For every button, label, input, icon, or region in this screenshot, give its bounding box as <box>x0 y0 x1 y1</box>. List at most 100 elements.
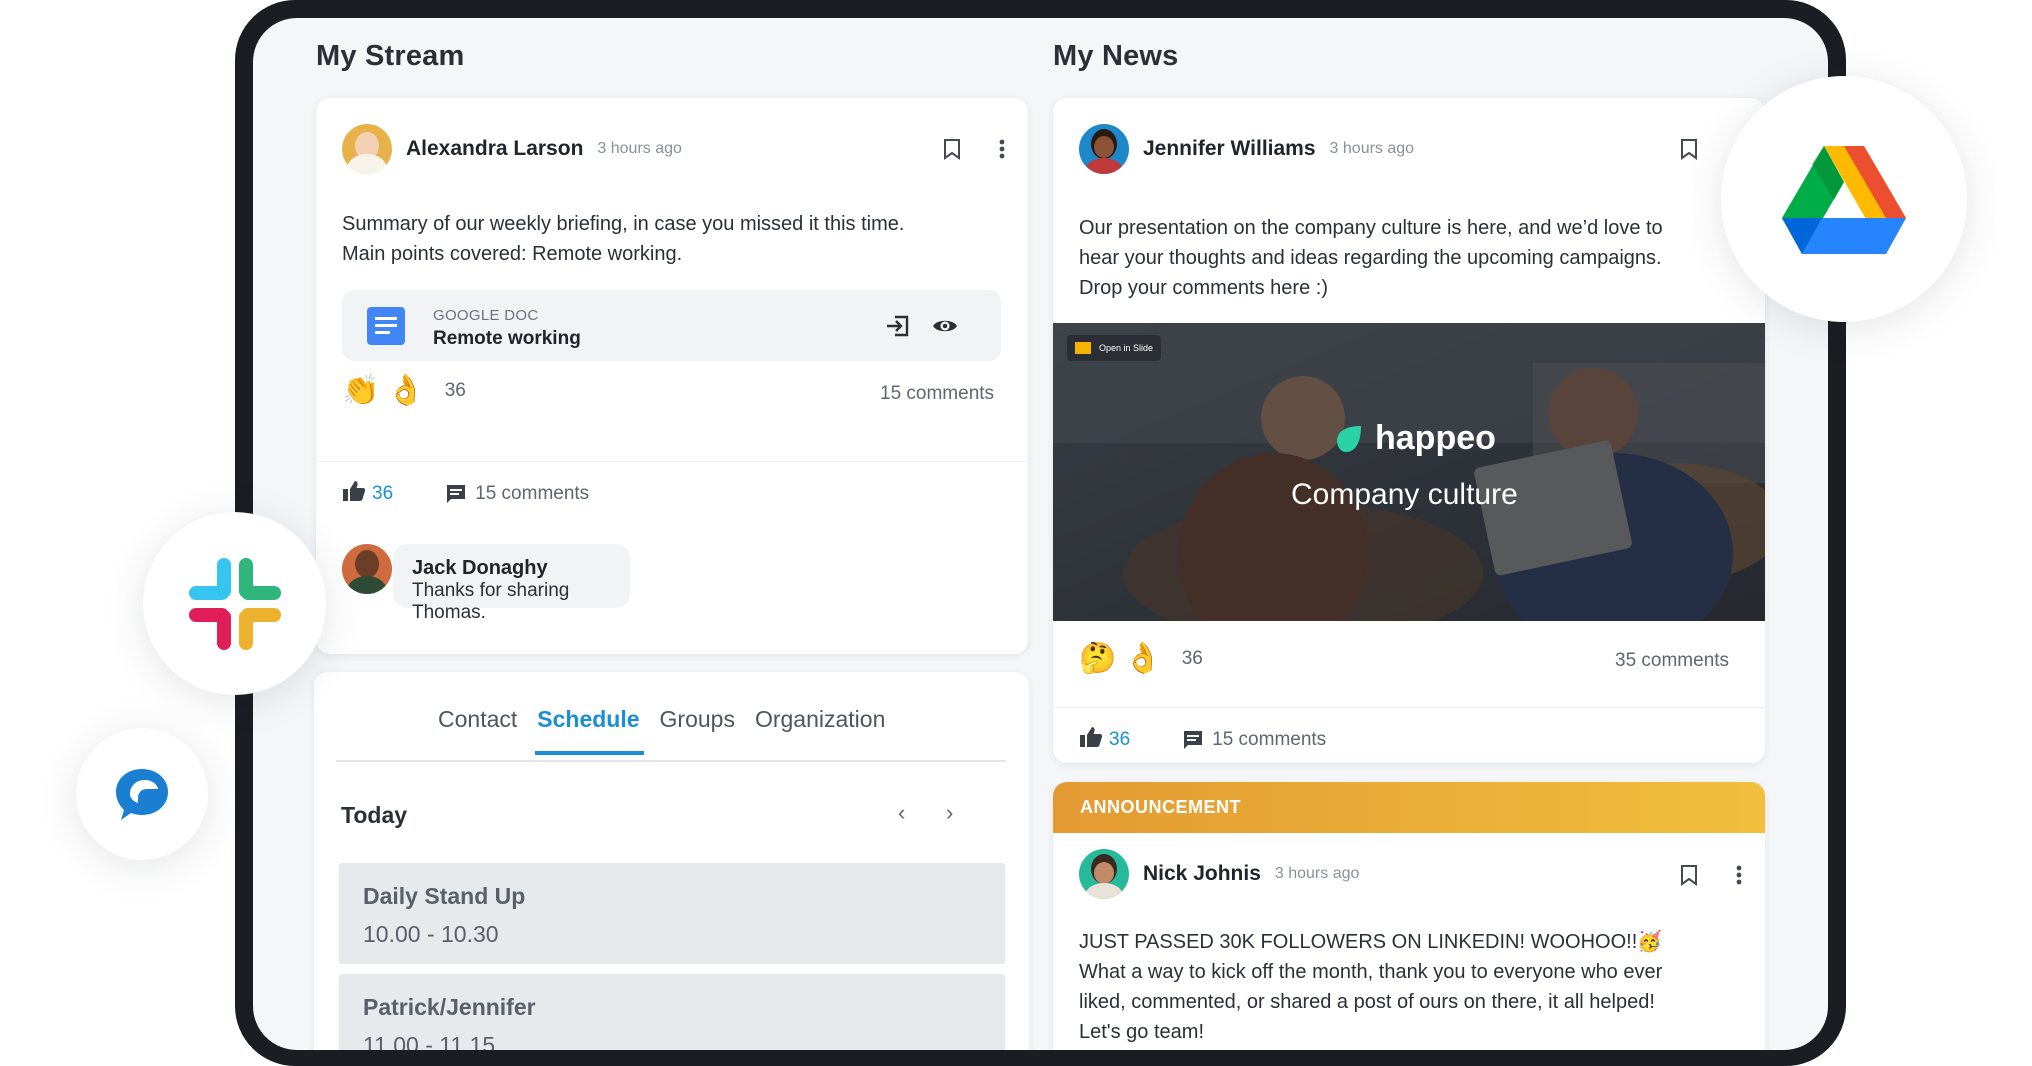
comment-button[interactable]: 15 comments <box>445 483 589 505</box>
google-drive-integration[interactable] <box>1721 76 1967 322</box>
post-body: Our presentation on the company culture … <box>1079 213 1729 303</box>
app-screen: My Stream Alexandra Larson 3 hours ago S… <box>253 18 1828 1050</box>
comments-count-link[interactable]: 15 comments <box>880 383 994 405</box>
thumbs-up-icon[interactable] <box>1079 726 1103 754</box>
open-in-slide-label: Open in Slide <box>1099 343 1154 353</box>
ok-hand-emoji-icon: 👌 <box>387 373 425 408</box>
my-stream-title: My Stream <box>316 40 465 72</box>
author-name[interactable]: Nick Johnis <box>1143 862 1261 886</box>
reaction-count: 36 <box>1181 648 1203 669</box>
comment-text: Thanks for sharing Thomas. <box>412 580 570 623</box>
thinking-emoji-icon: 🤔 <box>1079 641 1117 676</box>
chevron-right-icon[interactable]: › <box>946 800 953 826</box>
ok-hand-emoji-icon: 👌 <box>1124 641 1162 676</box>
slide-caption: Company culture <box>1291 478 1518 511</box>
schedule-event[interactable]: Patrick/Jennifer 11.00 - 11.15 <box>339 974 1005 1050</box>
google-drive-icon <box>1782 146 1906 254</box>
announcement-label: ANNOUNCEMENT <box>1080 797 1241 817</box>
news-post-card: Jennifer Williams 3 hours ago Our presen… <box>1053 98 1765 763</box>
post-actions: 36 15 comments <box>342 480 589 508</box>
open-in-slide-button[interactable]: Open in Slide <box>1067 335 1162 361</box>
post-text-line: What a way to kick off the month, thank … <box>1079 961 1663 983</box>
post-text-line: liked, commented, or shared a post of ou… <box>1079 991 1655 1013</box>
post-text-line: Drop your comments here :) <box>1079 277 1328 299</box>
slides-icon <box>1075 342 1091 354</box>
like-count[interactable]: 36 <box>372 483 393 505</box>
tab-organization[interactable]: Organization <box>755 706 885 747</box>
schedule-event[interactable]: Daily Stand Up 10.00 - 10.30 <box>339 863 1005 964</box>
announcement-banner: ANNOUNCEMENT <box>1053 782 1765 833</box>
bookmark-icon[interactable] <box>937 134 967 164</box>
doc-type-label: GOOGLE DOC <box>433 307 539 324</box>
post-text-line: Let's go team! <box>1079 1021 1204 1043</box>
post-actions: 36 15 comments <box>1079 726 1326 754</box>
google-doc-attachment[interactable]: GOOGLE DOC Remote working <box>342 290 1001 361</box>
doc-title: Remote working <box>433 328 581 349</box>
more-options-icon[interactable] <box>987 134 1017 164</box>
reactions-summary[interactable]: 👏 👌 36 <box>342 376 466 406</box>
author-name[interactable]: Alexandra Larson <box>406 137 583 161</box>
thumbs-up-icon[interactable] <box>342 480 366 508</box>
profile-tabs: Contact Schedule Groups Organization <box>438 706 905 755</box>
bookmark-icon[interactable] <box>1674 860 1704 890</box>
chat-app-integration[interactable] <box>76 728 208 860</box>
post-text-line: Main points covered: Remote working. <box>342 243 683 265</box>
event-time: 10.00 - 10.30 <box>363 921 499 947</box>
post-timestamp: 3 hours ago <box>1329 140 1415 157</box>
comments-count-link[interactable]: 35 comments <box>1615 650 1729 672</box>
avatar[interactable] <box>1079 124 1129 174</box>
slide-photo <box>1053 323 1765 621</box>
event-title: Patrick/Jennifer <box>363 994 536 1020</box>
comment-icon <box>447 485 466 503</box>
avatar[interactable] <box>1079 849 1129 899</box>
reaction-count: 36 <box>444 380 466 401</box>
comment-action-label: 15 comments <box>475 483 590 504</box>
happeo-leaf-icon <box>1337 425 1361 452</box>
post-text-line: Our presentation on the company culture … <box>1079 217 1663 239</box>
post-author-row: Alexandra Larson 3 hours ago <box>342 124 682 174</box>
slack-integration[interactable] <box>143 512 326 695</box>
reactions-summary[interactable]: 🤔 👌 36 <box>1079 644 1203 674</box>
comment-bubble: Jack Donaghy Thanks for sharing Thomas. <box>393 544 630 623</box>
post-text-line: JUST PASSED 30K FOLLOWERS ON LINKEDIN! W… <box>1079 931 1663 953</box>
avatar[interactable] <box>342 544 392 594</box>
chevron-left-icon[interactable]: ‹ <box>898 800 905 826</box>
schedule-day-label: Today <box>341 802 408 828</box>
tab-groups[interactable]: Groups <box>660 706 735 747</box>
my-news-title: My News <box>1053 40 1179 72</box>
comment-author[interactable]: Jack Donaghy <box>412 557 548 580</box>
tab-schedule[interactable]: Schedule <box>535 706 644 755</box>
post-author-row: Jennifer Williams 3 hours ago <box>1079 124 1414 174</box>
post-timestamp: 3 hours ago <box>1274 865 1360 882</box>
happeo-logo: happeo <box>1333 419 1496 458</box>
happeo-brand: happeo <box>1375 419 1496 457</box>
profile-schedule-card: Contact Schedule Groups Organization Tod… <box>314 672 1029 1050</box>
event-title: Daily Stand Up <box>363 883 526 909</box>
post-text-line: hear your thoughts and ideas regarding t… <box>1079 247 1662 269</box>
preview-eye-icon[interactable] <box>930 311 960 341</box>
clap-emoji-icon: 👏 <box>342 373 380 408</box>
comment-button[interactable]: 15 comments <box>1182 729 1326 751</box>
more-options-icon[interactable] <box>1724 860 1754 890</box>
post-text-line: Summary of our weekly briefing, in case … <box>342 213 905 235</box>
divider <box>316 461 1028 462</box>
tab-contact[interactable]: Contact <box>438 706 517 747</box>
author-name[interactable]: Jennifer Williams <box>1143 137 1316 161</box>
announcement-card: ANNOUNCEMENT Nick Johnis 3 hours ago JUS… <box>1053 782 1765 1050</box>
event-time: 11.00 - 11.15 <box>363 1032 496 1050</box>
slack-icon <box>189 558 281 650</box>
announcement-body: JUST PASSED 30K FOLLOWERS ON LINKEDIN! W… <box>1079 927 1749 1047</box>
stream-post-card: Alexandra Larson 3 hours ago Summary of … <box>316 98 1028 654</box>
chat-bubble-icon <box>116 769 168 820</box>
comment-icon <box>1184 731 1203 749</box>
google-doc-icon <box>367 307 405 345</box>
post-timestamp: 3 hours ago <box>597 140 682 157</box>
bookmark-icon[interactable] <box>1674 134 1704 164</box>
open-in-icon[interactable] <box>883 311 913 341</box>
avatar[interactable] <box>342 124 392 174</box>
slide-preview[interactable]: Open in Slide happeo Company culture <box>1053 323 1765 621</box>
post-body: Summary of our weekly briefing, in case … <box>342 209 1012 269</box>
divider <box>1053 707 1765 708</box>
like-count[interactable]: 36 <box>1109 729 1130 751</box>
comment-action-label: 15 comments <box>1212 729 1327 750</box>
